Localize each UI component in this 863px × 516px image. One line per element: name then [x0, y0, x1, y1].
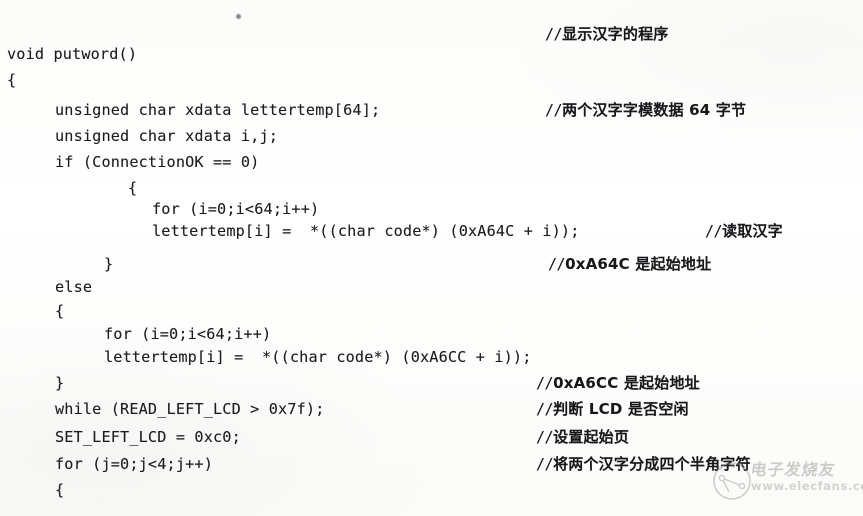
- code-line: }: [55, 374, 65, 392]
- code-line: }: [104, 255, 114, 273]
- watermark-url: www.elecfans.com: [751, 479, 863, 493]
- comment-slashes: //: [536, 428, 554, 446]
- comment-line: //两个汉字字模数据 64 字节: [545, 103, 746, 118]
- watermark-brand: 电子发烧友: [749, 460, 838, 479]
- comment-line: //0xA64C 是起始地址: [548, 257, 711, 272]
- comment-text: 显示汉字的程序: [562, 25, 669, 43]
- code-line: for (i=0;i<64;i++): [152, 200, 320, 218]
- comment-text: 0xA64C 是起始地址: [565, 255, 712, 273]
- comment-line: //读取汉字: [705, 224, 783, 239]
- comment-slashes: //: [545, 101, 563, 119]
- code-line: lettertemp[i] = *((char code*) (0xA6CC +…: [104, 348, 532, 366]
- comment-text: 读取汉字: [722, 222, 783, 240]
- code-line: {: [55, 481, 65, 499]
- comment-text: 两个汉字字模数据 64 字节: [562, 101, 747, 119]
- code-line: if (ConnectionOK == 0): [55, 153, 260, 171]
- code-line: SET_LEFT_LCD = 0xc0;: [55, 428, 241, 446]
- scan-speck-artifact: [236, 14, 241, 19]
- code-line: unsigned char xdata i,j;: [55, 127, 279, 145]
- comment-slashes: //: [545, 25, 563, 43]
- comment-line: //设置起始页: [536, 430, 629, 445]
- scanned-page: void putword() { unsigned char xdata lette…: [0, 0, 863, 516]
- code-line: unsigned char xdata lettertemp[64];: [55, 101, 381, 119]
- comment-slashes: //: [705, 222, 723, 240]
- code-line: for (j=0;j<4;j++): [55, 455, 213, 473]
- code-line: {: [55, 302, 65, 320]
- comment-line: //判断 LCD 是否空闲: [536, 402, 689, 417]
- comment-text: 0xA6CC 是起始地址: [553, 374, 700, 392]
- code-line: while (READ_LEFT_LCD > 0x7f);: [55, 400, 325, 418]
- code-line: void putword(): [7, 45, 138, 63]
- comment-slashes: //: [536, 374, 554, 392]
- comment-text: 判断 LCD 是否空闲: [553, 400, 689, 418]
- comment-text: 将两个汉字分成四个半角字符: [553, 455, 751, 473]
- comment-slashes: //: [536, 400, 554, 418]
- code-line: {: [7, 71, 17, 89]
- comment-line: //显示汉字的程序: [545, 27, 668, 42]
- code-line: else: [55, 278, 93, 296]
- code-line: {: [128, 179, 138, 197]
- code-line: lettertemp[i] = *((char code*) (0xA64C +…: [152, 222, 580, 240]
- comment-slashes: //: [548, 255, 566, 273]
- comment-slashes: //: [536, 455, 554, 473]
- comment-text: 设置起始页: [553, 428, 630, 446]
- comment-line: //将两个汉字分成四个半角字符: [536, 457, 751, 472]
- code-line: for (i=0;i<64;i++): [104, 325, 272, 343]
- comment-line: //0xA6CC 是起始地址: [536, 376, 700, 391]
